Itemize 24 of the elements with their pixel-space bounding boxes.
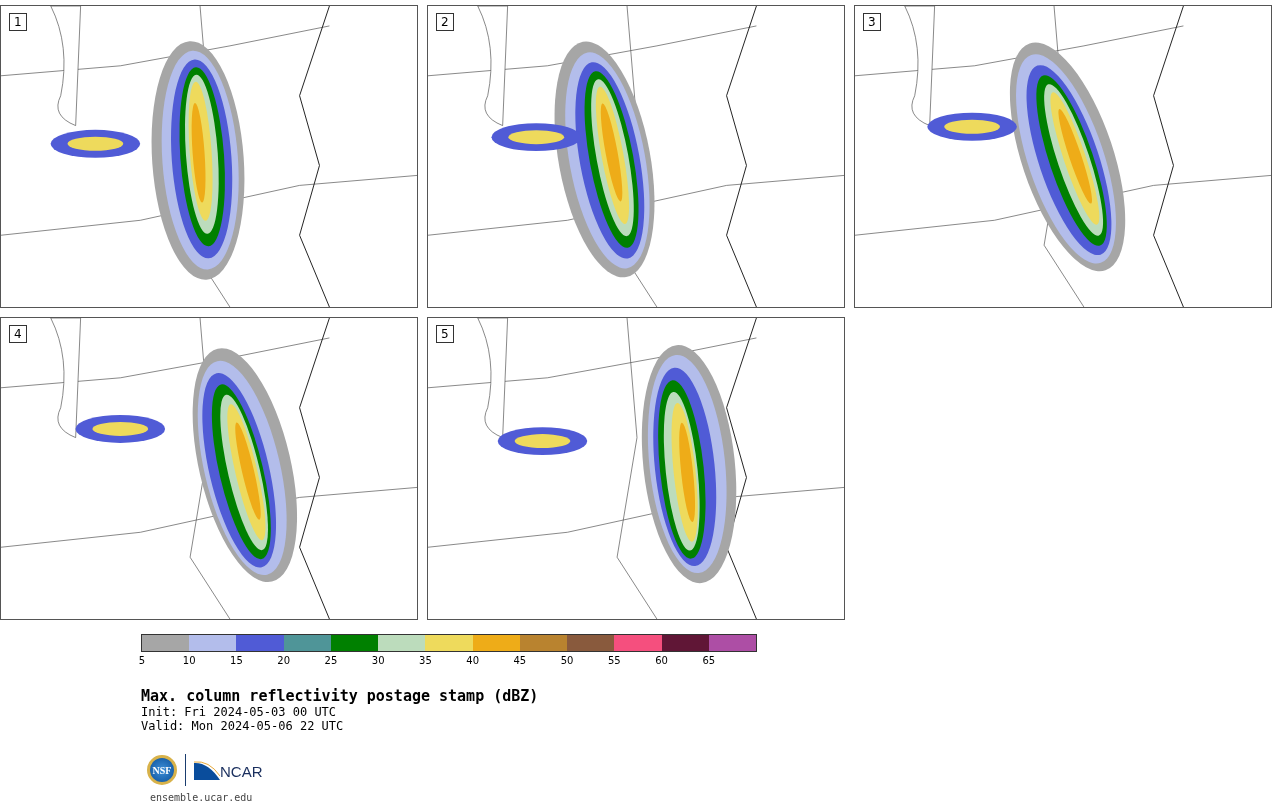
init-time: Init: Fri 2024-05-03 00 UTC	[141, 705, 338, 719]
panel-number: 3	[863, 13, 881, 31]
tick-label: 45	[513, 655, 527, 666]
tick-label: 15	[230, 655, 243, 666]
chart-title: Max. column reflectivity postage stamp (dBZ)	[141, 687, 540, 705]
tick-label: 5	[138, 655, 146, 666]
panel-number: 5	[436, 325, 454, 343]
nsf-logo: NSF	[147, 755, 177, 785]
panel-number: 2	[436, 13, 454, 31]
website-url: ensemble.ucar.edu	[150, 792, 254, 803]
tick-label: 20	[277, 655, 291, 666]
tick-label: 30	[371, 655, 385, 666]
tick-label: 10	[182, 655, 196, 666]
valid-time: Valid: Mon 2024-05-06 22 UTC	[141, 719, 345, 733]
panel-number: 1	[9, 13, 27, 31]
tick-label: 60	[655, 655, 668, 666]
ncar-logo: NCAR	[194, 760, 263, 780]
tick-label: 40	[466, 655, 479, 666]
panel-number: 4	[9, 325, 27, 343]
tick-label: 55	[608, 655, 621, 666]
tick-label: 50	[560, 655, 574, 666]
tick-label: 65	[702, 655, 716, 666]
tick-label: 35	[419, 655, 432, 666]
tick-label: 25	[324, 655, 338, 666]
